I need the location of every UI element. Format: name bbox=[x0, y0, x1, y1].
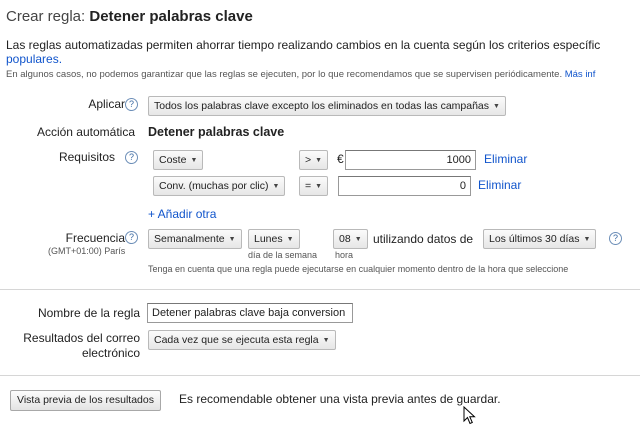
rule-name-label: Nombre de la regla bbox=[37, 306, 140, 320]
frequency-label: Frecuencia bbox=[65, 231, 125, 245]
page-title: Crear regla: Detener palabras clave bbox=[6, 8, 253, 25]
apply-to-help-icon[interactable]: ? bbox=[125, 98, 138, 111]
chevron-down-icon: ▼ bbox=[315, 183, 323, 190]
remove-requirement-link[interactable]: Eliminar bbox=[484, 152, 527, 166]
requirement-metric-dropdown[interactable]: Coste ▼ bbox=[153, 150, 204, 170]
title-rule-name: Detener palabras clave bbox=[89, 8, 253, 25]
using-data-label: utilizando datos de bbox=[373, 232, 474, 246]
email-frequency-dropdown[interactable]: Cada vez que se ejecuta esta regla ▼ bbox=[148, 330, 336, 350]
preview-hint: Es recomendable obtener una vista previa… bbox=[179, 392, 501, 406]
requirement-value-input[interactable]: 1000 bbox=[345, 150, 476, 170]
requirement-value-input[interactable]: 0 bbox=[338, 176, 471, 196]
more-info-link[interactable]: Más inf bbox=[565, 69, 596, 80]
mouse-cursor-icon bbox=[463, 406, 476, 425]
date-range-dropdown[interactable]: Los últimos 30 días ▼ bbox=[483, 229, 597, 249]
hour-caption: hora bbox=[335, 250, 354, 260]
chevron-down-icon: ▼ bbox=[228, 236, 236, 243]
automatic-action-label: Acción automática bbox=[36, 125, 135, 139]
chevron-down-icon: ▼ bbox=[190, 157, 198, 164]
intro-note: En algunos casos, no podemos garantizar … bbox=[6, 69, 595, 80]
chevron-down-icon: ▼ bbox=[354, 236, 362, 243]
email-results-label: Resultados del correo electrónico bbox=[23, 331, 140, 361]
chevron-down-icon: ▼ bbox=[322, 337, 330, 344]
chevron-down-icon: ▼ bbox=[286, 236, 294, 243]
frequency-hint: Tenga en cuenta que una regla puede ejec… bbox=[148, 264, 569, 274]
title-prefix: Crear regla: bbox=[6, 8, 86, 25]
frequency-period-value: Semanalmente bbox=[154, 233, 225, 245]
chevron-down-icon: ▼ bbox=[493, 103, 500, 110]
requirement-operator-dropdown[interactable]: > ▼ bbox=[299, 150, 329, 170]
requirement-metric-dropdown[interactable]: Conv. (muchas por clic) ▼ bbox=[153, 176, 286, 196]
currency-symbol: € bbox=[337, 152, 344, 166]
requirement-operator-value: > bbox=[305, 154, 312, 166]
frequency-help-icon[interactable]: ? bbox=[125, 231, 138, 244]
chevron-down-icon: ▼ bbox=[583, 236, 591, 243]
requirement-operator-value: = bbox=[305, 180, 312, 192]
email-results-label-line1: Resultados del correo bbox=[23, 331, 140, 345]
requirements-label: Requisitos bbox=[58, 150, 115, 164]
frequency-day-dropdown[interactable]: Lunes ▼ bbox=[248, 229, 300, 249]
add-requirement-link[interactable]: + Añadir otra bbox=[148, 207, 216, 221]
frequency-hour-dropdown[interactable]: 08 ▼ bbox=[333, 229, 368, 249]
remove-requirement-link[interactable]: Eliminar bbox=[478, 178, 521, 192]
timezone-label: (GMT+01:00) París bbox=[48, 246, 126, 256]
email-results-label-line2: electrónico bbox=[81, 346, 140, 360]
chevron-down-icon: ▼ bbox=[315, 157, 323, 164]
intro-link[interactable]: populares. bbox=[6, 52, 62, 66]
requirement-metric-value: Conv. (muchas por clic) bbox=[159, 180, 269, 192]
requirements-help-icon[interactable]: ? bbox=[125, 151, 138, 164]
automatic-action-value: Detener palabras clave bbox=[148, 125, 285, 139]
intro-text: Las reglas automatizadas permiten ahorra… bbox=[6, 38, 601, 52]
section-divider bbox=[0, 375, 640, 376]
frequency-hour-value: 08 bbox=[339, 233, 351, 245]
section-divider bbox=[0, 289, 640, 290]
day-caption: día de la semana bbox=[248, 250, 318, 260]
apply-to-value: Todos los palabras clave excepto los eli… bbox=[154, 100, 490, 112]
rule-name-input[interactable]: Detener palabras clave baja conversion bbox=[147, 303, 353, 323]
requirement-metric-value: Coste bbox=[159, 154, 187, 166]
requirement-operator-dropdown[interactable]: = ▼ bbox=[299, 176, 329, 196]
email-frequency-value: Cada vez que se ejecuta esta regla bbox=[154, 334, 319, 346]
frequency-period-dropdown[interactable]: Semanalmente ▼ bbox=[148, 229, 242, 249]
chevron-down-icon: ▼ bbox=[272, 183, 280, 190]
preview-results-button[interactable]: Vista previa de los resultados bbox=[10, 390, 161, 411]
date-range-value: Los últimos 30 días bbox=[489, 233, 580, 245]
frequency-day-value: Lunes bbox=[254, 233, 283, 245]
intro-note-text: En algunos casos, no podemos garantizar … bbox=[6, 69, 563, 80]
date-range-help-icon[interactable]: ? bbox=[609, 232, 622, 245]
apply-to-dropdown[interactable]: Todos los palabras clave excepto los eli… bbox=[148, 96, 506, 116]
